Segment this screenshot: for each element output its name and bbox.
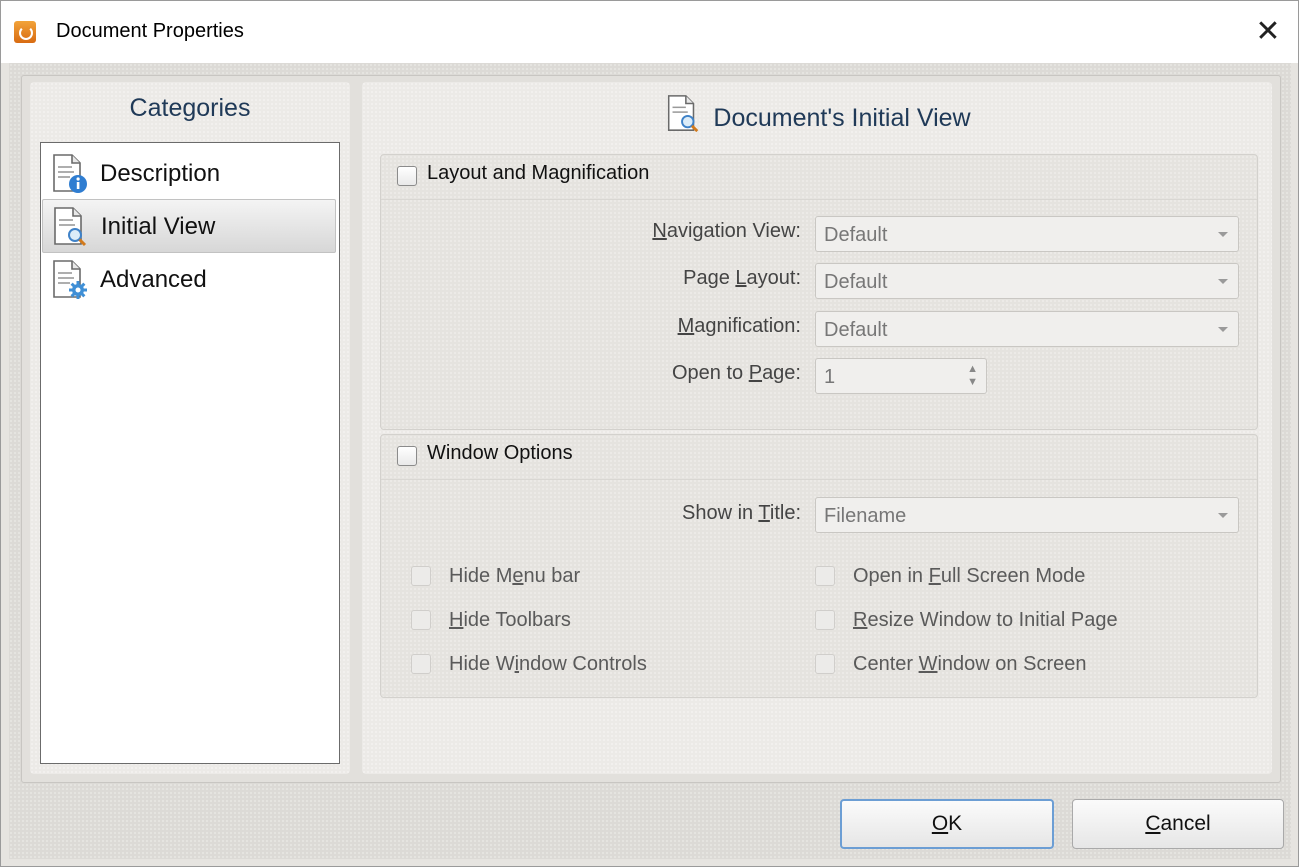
resize-window-checkbox[interactable]	[815, 610, 835, 630]
window-title: Document Properties	[56, 20, 244, 42]
chevron-down-icon	[1218, 327, 1228, 332]
doc-gear-icon	[48, 259, 90, 308]
content-frame: Categories Description Initial View Adva…	[21, 75, 1281, 783]
cancel-button[interactable]: Cancel	[1072, 799, 1284, 849]
dialog-body: Categories Description Initial View Adva…	[9, 63, 1291, 859]
panel-title-text: Document's Initial View	[713, 104, 971, 132]
chevron-down-icon	[1218, 279, 1228, 284]
doc-search-icon	[663, 94, 703, 141]
doc-info-icon	[48, 153, 90, 202]
magnification-dropdown[interactable]: Default	[815, 311, 1239, 347]
page-layout-label: Page Layout:	[683, 267, 801, 289]
hide-menu-bar-checkbox[interactable]	[411, 566, 431, 586]
categories-panel: Categories Description Initial View Adva…	[30, 82, 350, 774]
categories-list: Description Initial View Advanced	[40, 142, 340, 764]
category-label: Advanced	[100, 266, 207, 293]
title-bar: Document Properties ✕	[1, 1, 1298, 63]
app-logo-icon	[14, 21, 36, 43]
hide-window-controls-checkbox[interactable]	[411, 654, 431, 674]
close-icon[interactable]: ✕	[1249, 13, 1287, 51]
panel-title: Document's Initial View	[362, 94, 1272, 141]
show-in-title-label: Show in Title:	[682, 502, 801, 524]
layout-magnification-group: Layout and Magnification Navigation View…	[380, 154, 1258, 430]
show-in-title-dropdown[interactable]: Filename	[815, 497, 1239, 533]
doc-search-icon	[49, 206, 91, 255]
category-label: Initial View	[101, 213, 216, 240]
category-item-advanced[interactable]: Advanced	[42, 253, 336, 305]
group-title: Layout and Magnification	[427, 162, 650, 184]
center-window-checkbox[interactable]	[815, 654, 835, 674]
magnification-label: Magnification:	[677, 315, 801, 337]
open-to-page-spinner[interactable]: 1 ▲ ▼	[815, 358, 987, 394]
chevron-down-icon	[1218, 232, 1228, 237]
category-item-description[interactable]: Description	[42, 147, 336, 199]
open-to-page-label: Open to Page:	[672, 362, 801, 384]
ok-button[interactable]: OK	[840, 799, 1054, 849]
group-header: Layout and Magnification	[381, 155, 1257, 200]
navigation-view-label: Navigation View:	[652, 220, 801, 242]
chevron-down-icon	[1218, 513, 1228, 518]
page-layout-dropdown[interactable]: Default	[815, 263, 1239, 299]
hide-toolbars-checkbox[interactable]	[411, 610, 431, 630]
categories-heading: Categories	[129, 94, 251, 122]
group-title: Window Options	[427, 442, 573, 464]
category-label: Description	[100, 160, 221, 187]
navigation-view-dropdown[interactable]: Default	[815, 216, 1239, 252]
group-header: Window Options	[381, 435, 1257, 480]
window-options-group: Window Options Show in Title: Filename H…	[380, 434, 1258, 698]
initial-view-panel: Document's Initial View Layout and Magni…	[362, 82, 1272, 774]
category-item-initial-view[interactable]: Initial View	[42, 199, 336, 253]
spinner-arrows-icon[interactable]: ▲ ▼	[967, 363, 978, 389]
full-screen-mode-checkbox[interactable]	[815, 566, 835, 586]
layout-magnification-checkbox[interactable]	[397, 166, 417, 186]
document-properties-dialog: Document Properties ✕ Categories Descrip…	[0, 0, 1299, 867]
window-options-checkbox[interactable]	[397, 446, 417, 466]
